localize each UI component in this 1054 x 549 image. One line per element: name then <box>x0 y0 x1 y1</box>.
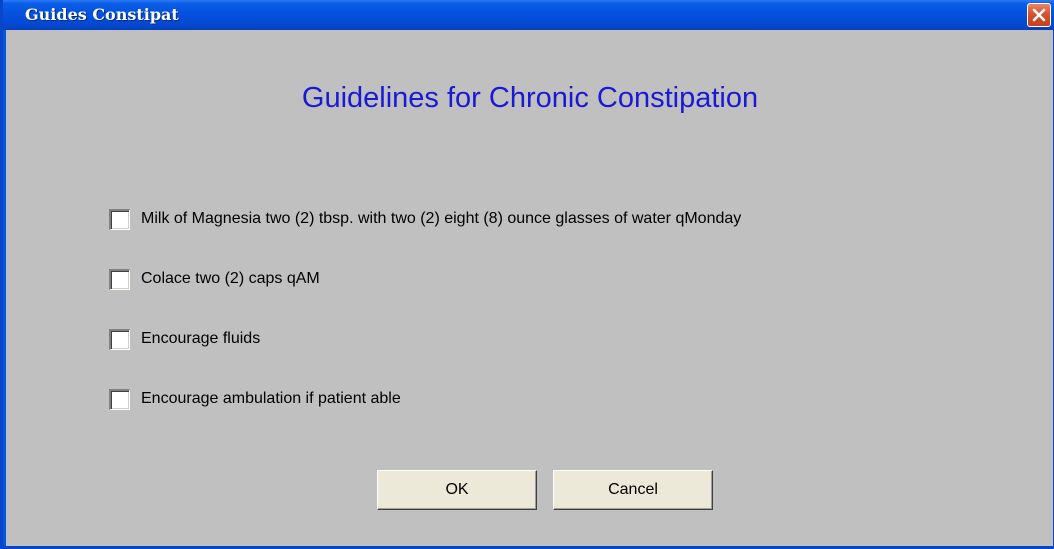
option-label: Colace two (2) caps qAM <box>141 270 320 287</box>
cancel-button[interactable]: Cancel <box>553 470 713 510</box>
title-bar[interactable]: Guides Constipat <box>3 0 1054 30</box>
option-label: Encourage fluids <box>141 330 261 347</box>
dialog-window: Guides Constipat Guidelines for Chronic … <box>0 0 1054 549</box>
option-label: Milk of Magnesia two (2) tbsp. with two … <box>141 210 742 227</box>
option-milk-of-magnesia[interactable]: Milk of Magnesia two (2) tbsp. with two … <box>109 208 741 230</box>
checkbox[interactable] <box>109 388 130 410</box>
ok-button[interactable]: OK <box>377 470 537 510</box>
close-button[interactable] <box>1027 3 1051 27</box>
dialog-heading: Guidelines for Chronic Constipation <box>301 82 759 114</box>
checkbox[interactable] <box>109 208 130 230</box>
checkbox[interactable] <box>109 328 130 350</box>
checkbox[interactable] <box>109 268 130 290</box>
option-encourage-ambulation[interactable]: Encourage ambulation if patient able <box>109 388 401 410</box>
window-title: Guides Constipat <box>25 5 179 24</box>
close-icon <box>1032 8 1046 22</box>
option-label: Encourage ambulation if patient able <box>141 390 401 407</box>
option-colace[interactable]: Colace two (2) caps qAM <box>109 268 320 290</box>
option-encourage-fluids[interactable]: Encourage fluids <box>109 328 260 350</box>
